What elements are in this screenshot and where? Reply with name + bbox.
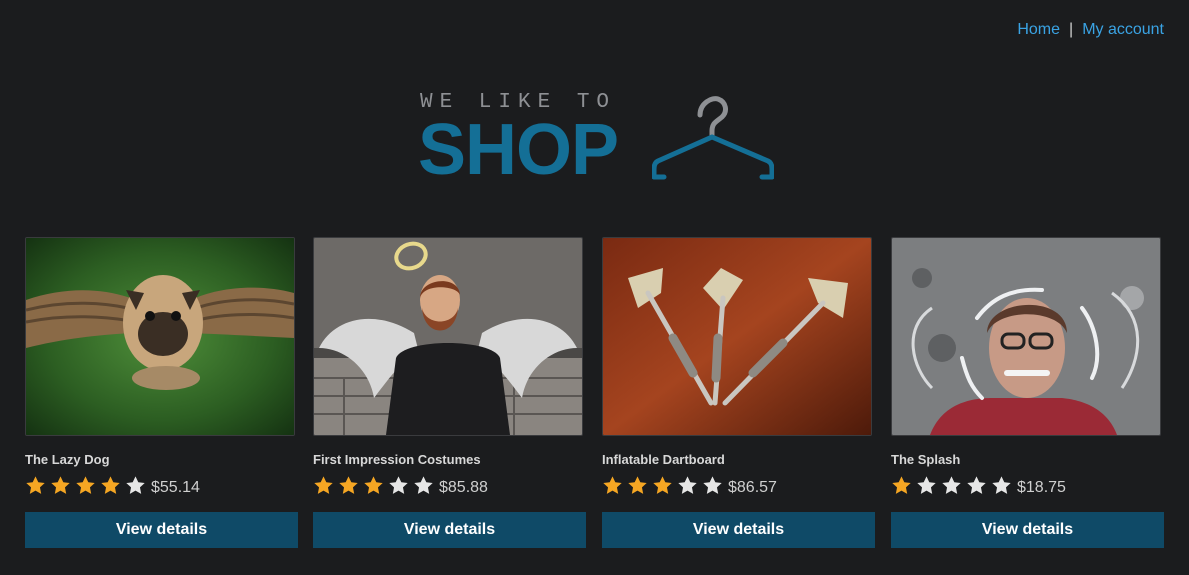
star-filled-icon: [603, 475, 622, 494]
star-filled-icon: [653, 475, 672, 494]
product-price: $55.14: [151, 479, 200, 496]
product-name: First Impression Costumes: [313, 452, 481, 467]
product-rating: $85.88: [313, 473, 587, 497]
product-price: $85.88: [439, 479, 488, 496]
water-splash-image[interactable]: [891, 237, 1161, 436]
view-details-button[interactable]: View details: [891, 512, 1164, 548]
product-card: The Lazy Dog $55.14 View details: [25, 237, 299, 548]
product-card: Inflatable Dartboard $86.57 View details: [602, 237, 876, 548]
view-details-button[interactable]: View details: [313, 512, 586, 548]
product-price: $18.75: [1017, 479, 1066, 496]
product-name: Inflatable Dartboard: [602, 452, 725, 467]
logo-brand: SHOP: [418, 110, 619, 190]
darts-image[interactable]: [602, 237, 872, 436]
star-filled-icon: [101, 475, 120, 494]
star-filled-icon: [364, 475, 383, 494]
star-empty-icon: [917, 475, 936, 494]
product-name: The Lazy Dog: [25, 452, 110, 467]
star-empty-icon: [703, 475, 722, 494]
home-link[interactable]: Home: [1017, 21, 1060, 38]
star-filled-icon: [26, 475, 45, 494]
star-empty-icon: [942, 475, 961, 494]
view-details-button[interactable]: View details: [602, 512, 875, 548]
product-rating: $55.14: [25, 473, 299, 497]
top-navigation: Home | My account: [1017, 21, 1164, 39]
star-filled-icon: [51, 475, 70, 494]
star-filled-icon: [314, 475, 333, 494]
product-rating: $18.75: [891, 473, 1165, 497]
star-filled-icon: [339, 475, 358, 494]
product-card: The Splash $18.75 View details: [891, 237, 1165, 548]
my-account-link[interactable]: My account: [1082, 21, 1164, 38]
angel-man-image[interactable]: [313, 237, 583, 436]
site-logo[interactable]: WE LIKE TO SHOP: [418, 90, 778, 190]
product-rating: $86.57: [602, 473, 876, 497]
star-filled-icon: [76, 475, 95, 494]
hanger-icon: [652, 96, 774, 180]
star-empty-icon: [414, 475, 433, 494]
product-grid: The Lazy Dog $55.14 View details First I…: [25, 237, 1165, 549]
view-details-button[interactable]: View details: [25, 512, 298, 548]
star-empty-icon: [967, 475, 986, 494]
product-name: The Splash: [891, 452, 961, 467]
star-empty-icon: [389, 475, 408, 494]
nav-separator: |: [1069, 21, 1074, 38]
star-filled-icon: [892, 475, 911, 494]
star-filled-icon: [628, 475, 647, 494]
flying-pug-image[interactable]: [25, 237, 295, 436]
product-card: First Impression Costumes $85.88 View de…: [313, 237, 587, 548]
star-empty-icon: [992, 475, 1011, 494]
star-empty-icon: [678, 475, 697, 494]
star-empty-icon: [126, 475, 145, 494]
product-price: $86.57: [728, 479, 777, 496]
